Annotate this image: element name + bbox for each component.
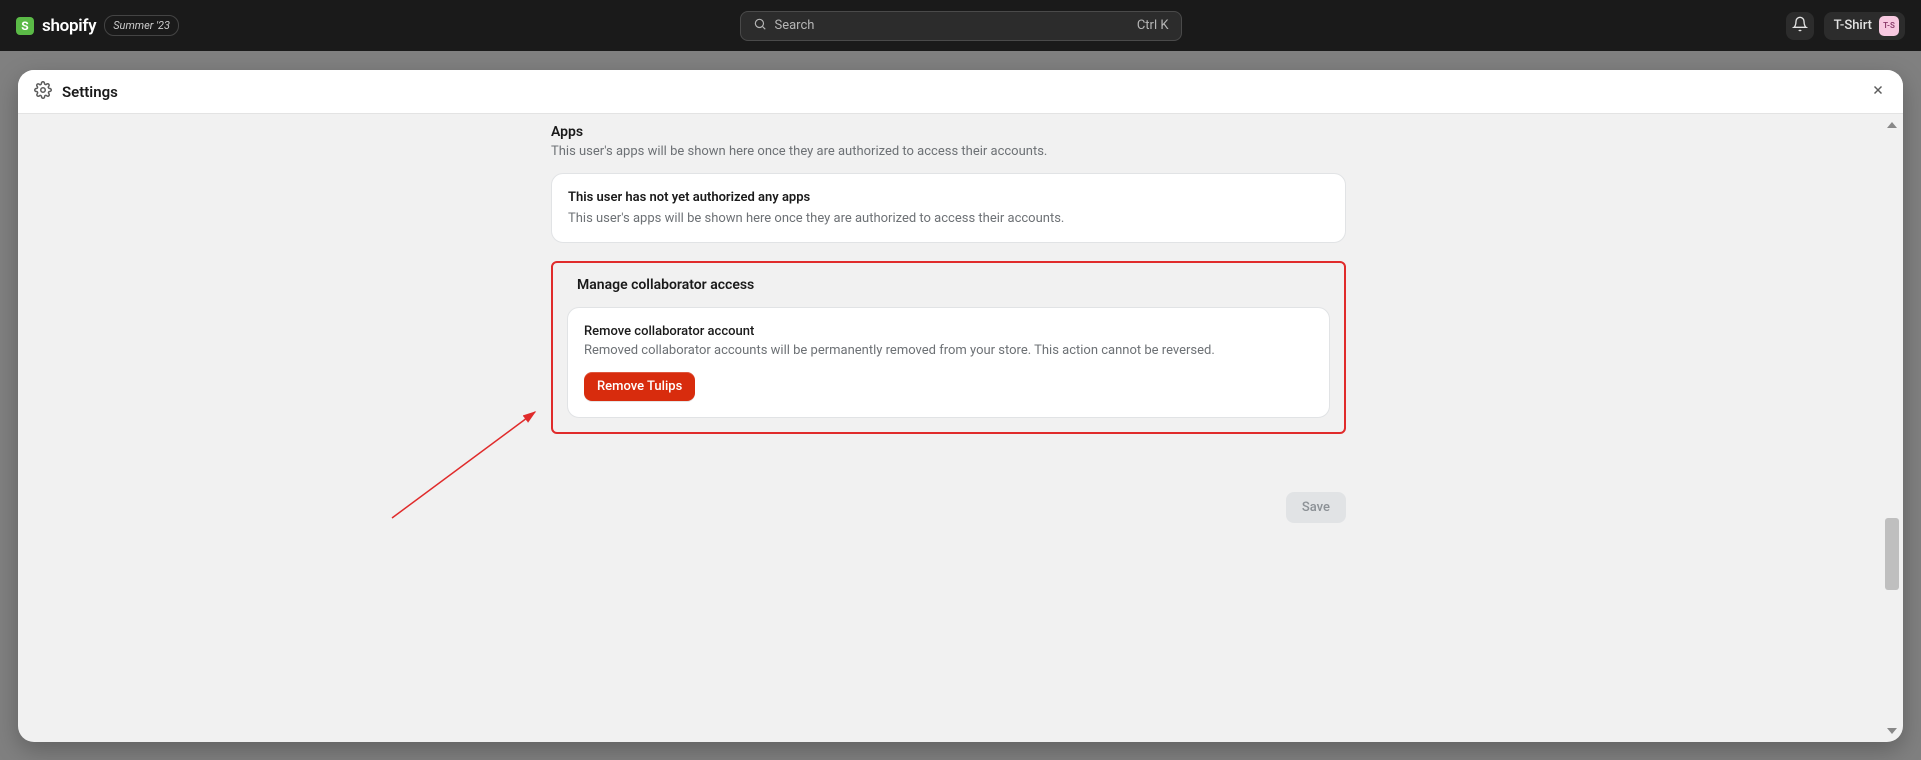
notifications-button[interactable] <box>1786 12 1814 40</box>
shopify-logo-text[interactable]: shopify <box>42 16 96 36</box>
scrollbar[interactable] <box>1885 122 1899 734</box>
search-input[interactable]: Search Ctrl K <box>740 11 1182 41</box>
remove-collaborator-subtext: Removed collaborator accounts will be pe… <box>584 343 1313 358</box>
collaborator-heading: Manage collaborator access <box>577 277 1330 293</box>
scroll-down-icon[interactable] <box>1887 728 1897 734</box>
gear-icon <box>34 81 52 103</box>
scroll-thumb[interactable] <box>1885 518 1899 590</box>
search-icon <box>753 17 767 35</box>
content-area: Apps This user's apps will be shown here… <box>551 124 1346 434</box>
store-avatar: T-S <box>1879 16 1899 36</box>
remove-collaborator-title: Remove collaborator account <box>584 324 1313 339</box>
scroll-up-icon[interactable] <box>1887 122 1897 128</box>
summer-badge: Summer '23 <box>104 15 179 36</box>
save-button[interactable]: Save <box>1286 492 1346 523</box>
shopify-logo-icon[interactable]: S <box>16 17 34 35</box>
settings-modal: Settings Apps This user's apps will be s… <box>18 70 1903 742</box>
store-name-label: T-Shirt <box>1834 18 1872 33</box>
remove-collaborator-button[interactable]: Remove Tulips <box>584 372 695 401</box>
apps-empty-card: This user has not yet authorized any app… <box>551 173 1346 243</box>
settings-header: Settings <box>18 70 1903 114</box>
search-placeholder: Search <box>775 18 815 33</box>
apps-card-text: This user's apps will be shown here once… <box>568 211 1329 226</box>
settings-body: Apps This user's apps will be shown here… <box>18 114 1903 742</box>
search-shortcut: Ctrl K <box>1137 18 1169 33</box>
apps-section-subtext: This user's apps will be shown here once… <box>551 144 1346 159</box>
apps-section-heading: Apps <box>551 124 1346 140</box>
manage-collaborator-highlight: Manage collaborator access Remove collab… <box>551 261 1346 434</box>
top-navigation-bar: S shopify Summer '23 Search Ctrl K T-Shi… <box>0 0 1921 51</box>
store-switcher-button[interactable]: T-Shirt T-S <box>1824 12 1905 40</box>
close-icon <box>1871 82 1885 101</box>
apps-card-title: This user has not yet authorized any app… <box>568 190 1329 205</box>
bell-icon <box>1792 16 1808 36</box>
close-button[interactable] <box>1869 83 1887 101</box>
topbar-right: T-Shirt T-S <box>1786 12 1905 40</box>
remove-collaborator-card: Remove collaborator account Removed coll… <box>567 307 1330 418</box>
logo-area: S shopify Summer '23 <box>16 15 179 36</box>
settings-title: Settings <box>62 83 118 101</box>
